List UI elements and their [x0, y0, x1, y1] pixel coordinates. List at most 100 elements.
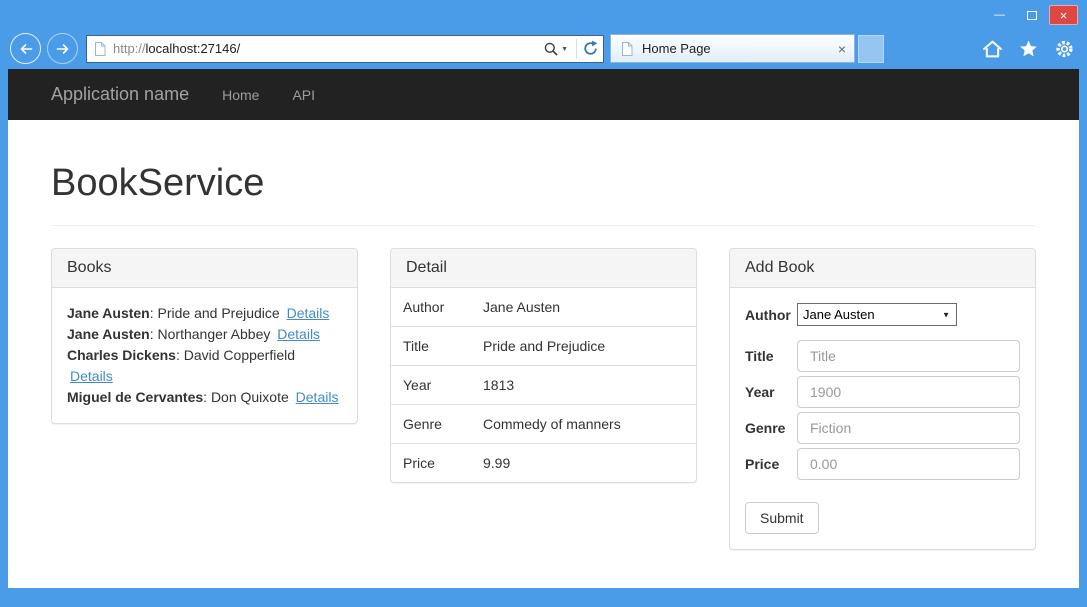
details-link[interactable]: Details — [287, 305, 330, 321]
price-field-row: Price — [745, 448, 1020, 480]
tab-close-icon[interactable]: × — [838, 42, 846, 56]
back-arrow-icon — [18, 41, 34, 57]
detail-label: Price — [391, 444, 483, 483]
title-bar: — × — [0, 0, 1087, 32]
title-label: Title — [745, 348, 797, 364]
title-field-row: Title — [745, 340, 1020, 372]
detail-panel-title: Detail — [391, 249, 696, 288]
url-text[interactable]: http://localhost:27146/ — [113, 41, 543, 56]
detail-label: Author — [391, 288, 483, 327]
year-field-row: Year — [745, 376, 1020, 408]
gear-icon[interactable] — [1054, 39, 1075, 59]
minimize-button[interactable]: — — [985, 5, 1014, 25]
tab-title: Home Page — [642, 41, 838, 56]
search-dropdown-caret-icon[interactable]: ▼ — [561, 46, 568, 53]
author-field-row: Author Jane Austen ▼ — [745, 303, 1020, 326]
book-author: Jane Austen — [67, 305, 150, 321]
details-link[interactable]: Details — [296, 389, 339, 405]
detail-panel: Detail Author Jane Austen Title Pride an… — [390, 248, 697, 483]
book-list-item: Jane Austen: Northanger Abbey Details — [67, 324, 342, 345]
navbar-brand[interactable]: Application name — [51, 84, 189, 105]
table-row: Year 1813 — [391, 366, 696, 405]
close-button[interactable]: × — [1049, 5, 1078, 25]
add-book-panel-title: Add Book — [730, 249, 1035, 288]
title-input[interactable] — [797, 340, 1020, 372]
detail-value: 9.99 — [483, 444, 696, 483]
title-divider — [51, 225, 1036, 226]
book-list-item: Charles Dickens: David Copperfield Detai… — [67, 345, 342, 387]
browser-window: — × http://localhost:27 — [0, 0, 1087, 607]
book-title: David Copperfield — [184, 347, 295, 363]
book-author: Jane Austen — [67, 326, 150, 342]
detail-value: Commedy of manners — [483, 405, 696, 444]
forward-button[interactable] — [47, 33, 78, 64]
page-title: BookService — [51, 162, 1036, 205]
price-label: Price — [745, 456, 797, 472]
book-author: Miguel de Cervantes — [67, 389, 203, 405]
book-title: Pride and Prejudice — [158, 305, 280, 321]
home-icon[interactable] — [982, 39, 1003, 59]
address-bar[interactable]: http://localhost:27146/ ▼ — [86, 35, 604, 63]
minimize-icon: — — [994, 9, 1005, 21]
maximize-icon — [1027, 11, 1037, 20]
separator: : — [176, 347, 184, 363]
detail-label: Year — [391, 366, 483, 405]
page-content: BookService Books Jane Austen: Pride and… — [8, 120, 1079, 588]
separator: : — [150, 305, 158, 321]
maximize-button[interactable] — [1017, 5, 1046, 25]
book-title: Northanger Abbey — [158, 326, 271, 342]
book-list-item: Miguel de Cervantes: Don Quixote Details — [67, 387, 342, 408]
genre-field-row: Genre — [745, 412, 1020, 444]
submit-button[interactable]: Submit — [745, 502, 819, 534]
detail-value: Jane Austen — [483, 288, 696, 327]
search-icon[interactable] — [543, 41, 559, 57]
refresh-icon[interactable] — [582, 40, 599, 57]
detail-value: 1813 — [483, 366, 696, 405]
separator: : — [150, 326, 158, 342]
add-book-form: Author Jane Austen ▼ Title — [730, 288, 1035, 549]
detail-label: Genre — [391, 405, 483, 444]
table-row: Genre Commedy of manners — [391, 405, 696, 444]
nav-link-api[interactable]: API — [292, 87, 315, 103]
detail-label: Title — [391, 327, 483, 366]
genre-input[interactable] — [797, 412, 1020, 444]
book-list-item: Jane Austen: Pride and Prejudice Details — [67, 303, 342, 324]
author-select-wrap: Jane Austen ▼ — [797, 303, 957, 326]
author-label: Author — [745, 307, 797, 323]
details-link[interactable]: Details — [277, 326, 320, 342]
year-label: Year — [745, 384, 797, 400]
site-navbar: Application name Home API — [8, 69, 1079, 120]
close-icon: × — [1060, 8, 1068, 23]
genre-label: Genre — [745, 420, 797, 436]
page-icon — [619, 41, 635, 57]
forward-arrow-icon — [55, 41, 71, 57]
price-input[interactable] — [797, 448, 1020, 480]
caption-buttons: — × — [985, 5, 1078, 25]
book-title: Don Quixote — [211, 389, 289, 405]
star-icon[interactable] — [1018, 39, 1039, 59]
address-bar-divider — [576, 39, 577, 59]
back-button[interactable] — [10, 33, 41, 64]
table-row: Title Pride and Prejudice — [391, 327, 696, 366]
tab-home-page[interactable]: Home Page × — [610, 34, 855, 63]
browser-toolbar: http://localhost:27146/ ▼ Home Page × — [0, 32, 1087, 69]
year-input[interactable] — [797, 376, 1020, 408]
toolbar-right-icons — [982, 39, 1075, 59]
page-viewport: Application name Home API BookService Bo… — [8, 69, 1079, 588]
detail-table: Author Jane Austen Title Pride and Preju… — [391, 288, 696, 482]
books-list: Jane Austen: Pride and Prejudice Details… — [52, 288, 357, 423]
separator: : — [203, 389, 211, 405]
books-panel: Books Jane Austen: Pride and Prejudice D… — [51, 248, 358, 424]
table-row: Author Jane Austen — [391, 288, 696, 327]
book-author: Charles Dickens — [67, 347, 176, 363]
add-book-panel: Add Book Author Jane Austen ▼ — [729, 248, 1036, 550]
table-row: Price 9.99 — [391, 444, 696, 483]
details-link[interactable]: Details — [70, 368, 113, 384]
panels-row: Books Jane Austen: Pride and Prejudice D… — [51, 248, 1036, 550]
nav-link-home[interactable]: Home — [222, 87, 259, 103]
author-select[interactable]: Jane Austen — [797, 303, 957, 326]
books-panel-title: Books — [52, 249, 357, 288]
page-icon — [92, 41, 108, 57]
window-bottom-frame — [0, 588, 1087, 607]
new-tab-button[interactable] — [858, 35, 884, 63]
